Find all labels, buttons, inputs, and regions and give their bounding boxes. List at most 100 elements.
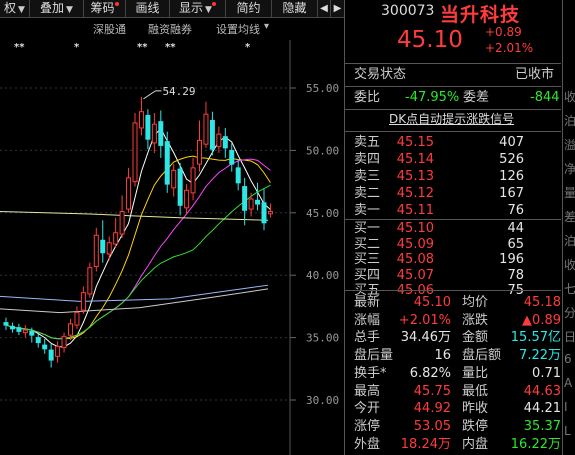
buy-price: 45.10: [396, 221, 434, 236]
notification-dot-icon: [114, 2, 119, 6]
price-change-pct: +2.01%: [485, 41, 534, 55]
toolbar-overlay-button[interactable]: 叠加 ▼: [30, 0, 84, 17]
price-change: +0.89: [485, 25, 522, 39]
divider: [345, 109, 561, 110]
candlesticks: [3, 96, 273, 368]
candle-body: [55, 345, 61, 357]
candle-body: [145, 114, 151, 140]
annotation-arrow: [143, 90, 156, 100]
chart-subbar: 深股通 融资融券 设置均线 ▾: [0, 18, 344, 40]
side-panel-label: 收: [564, 90, 575, 104]
side-panel-label: 净: [564, 162, 575, 176]
quote-panel: 300073 当升科技 45.10 +0.89 +2.01% 交易状态 已收市 …: [344, 0, 575, 455]
buy-price: 45.07: [396, 267, 434, 283]
candle-body: [197, 139, 202, 165]
stat-value: 0.71: [532, 365, 561, 381]
stat-value: 18.24万: [400, 436, 451, 452]
candle-body: [9, 325, 15, 330]
chart-grid: [0, 40, 296, 455]
sell-price: 45.15: [396, 135, 434, 150]
sell-level-label: 卖四: [354, 152, 381, 167]
stat-label: 最新: [354, 295, 381, 310]
weicha-label: 委差: [463, 90, 490, 105]
ma-line-60: [0, 288, 269, 314]
toolbar-hide-button[interactable]: 隐藏: [272, 0, 318, 17]
stat-label: 金额: [462, 330, 489, 346]
divider: [345, 131, 561, 132]
chevron-right-icon[interactable]: ▶: [331, 0, 344, 17]
sell-level-label: 卖五: [354, 135, 381, 150]
toolbar-chips-button[interactable]: 筹码: [84, 0, 126, 17]
ma-settings-label[interactable]: 设置均线: [216, 21, 260, 37]
stat-value: 45.75: [413, 383, 451, 399]
divider: [345, 63, 561, 64]
stat-value: 53.05: [413, 418, 451, 434]
stat-value: 44.92: [413, 401, 451, 417]
stat-label: 盘后量: [354, 348, 394, 364]
chevron-down-icon[interactable]: ▾: [264, 21, 269, 32]
stat-label: 量比: [462, 365, 489, 381]
chart-toolbar: 权 ▼ 叠加 ▼ 筹码 画线 显示 ▼ 简约 隐藏 ◀ ▶: [0, 0, 344, 18]
signal-link[interactable]: DK点自动提示涨跌信号: [389, 111, 514, 128]
candle-body: [209, 119, 215, 150]
sell-level-label: 卖二: [354, 186, 381, 201]
candle-body: [42, 344, 48, 350]
buy-price: 45.08: [396, 252, 434, 267]
candle-body: [222, 136, 228, 149]
candle-body: [248, 198, 254, 210]
stat-value: +2.01%: [398, 312, 451, 328]
side-panel-label: 量: [564, 186, 575, 200]
kline-chart[interactable]: 55.00 50.00 45.00 40.00 35.00 30.00 54.29: [0, 40, 344, 455]
stat-label: 均价: [462, 295, 489, 310]
candle-body: [132, 122, 138, 183]
weicha-value: -844: [530, 90, 560, 105]
stat-value: 16: [434, 348, 451, 364]
buy-price: 45.09: [396, 236, 434, 252]
divider: [345, 290, 561, 291]
sell-volume: 126: [499, 169, 524, 184]
toolbar-display-button[interactable]: 显示 ▼: [170, 0, 226, 17]
stat-value: 15.57亿: [510, 330, 561, 346]
sell-level-label: 卖一: [354, 203, 381, 218]
candle-body: [3, 322, 9, 326]
margin-trading-label[interactable]: 融资融券: [148, 21, 192, 37]
y-tick-label: 30.00: [306, 394, 339, 407]
toolbar-label: 权: [4, 1, 17, 15]
toolbar-label: 画线: [135, 1, 160, 15]
y-tick-label: 50.00: [306, 144, 339, 157]
side-panel-label: 分: [564, 306, 575, 320]
candle-body: [29, 330, 35, 336]
trade-status-value: 已收市: [515, 67, 555, 82]
toolbar-simple-button[interactable]: 简约: [226, 0, 272, 17]
stat-label: 涨跌: [462, 312, 489, 328]
last-price: 45.10: [397, 27, 463, 53]
chevron-down-icon: ▼: [66, 5, 73, 15]
candle-body: [68, 323, 73, 336]
candle-body: [216, 133, 222, 148]
y-tick-label: 35.00: [306, 332, 339, 345]
candle-body: [126, 177, 132, 210]
candle-body: [229, 149, 235, 165]
side-panel-label: 泊: [564, 114, 575, 128]
toolbar-label: 隐藏: [282, 1, 307, 15]
y-axis: 55.00 50.00 45.00 40.00 35.00 30.00: [306, 82, 339, 407]
side-panel-label: I: [564, 400, 568, 414]
stat-label: 外盘: [354, 436, 381, 452]
hk-connect-label[interactable]: 深股通: [93, 21, 126, 37]
stat-label: 总手: [354, 330, 381, 346]
buy-level-label: 买二: [354, 236, 381, 252]
stat-label: 涨幅: [354, 312, 381, 328]
high-value-label: 54.29: [162, 85, 195, 98]
toolbar-label: 筹码: [90, 1, 115, 15]
toolbar-rights-button[interactable]: 权 ▼: [0, 0, 30, 17]
toolbar-label: 简约: [236, 1, 261, 15]
stat-label: 最高: [354, 383, 381, 399]
toolbar-draw-button[interactable]: 画线: [126, 0, 170, 17]
candle-body: [177, 168, 183, 206]
chevron-left-icon[interactable]: ◀: [318, 0, 331, 17]
stat-label: 内盘: [462, 436, 489, 452]
stat-value: 6.82%: [409, 365, 451, 381]
candle-body: [267, 211, 273, 215]
stat-value: 44.21: [523, 401, 561, 417]
candle-body: [203, 113, 209, 145]
